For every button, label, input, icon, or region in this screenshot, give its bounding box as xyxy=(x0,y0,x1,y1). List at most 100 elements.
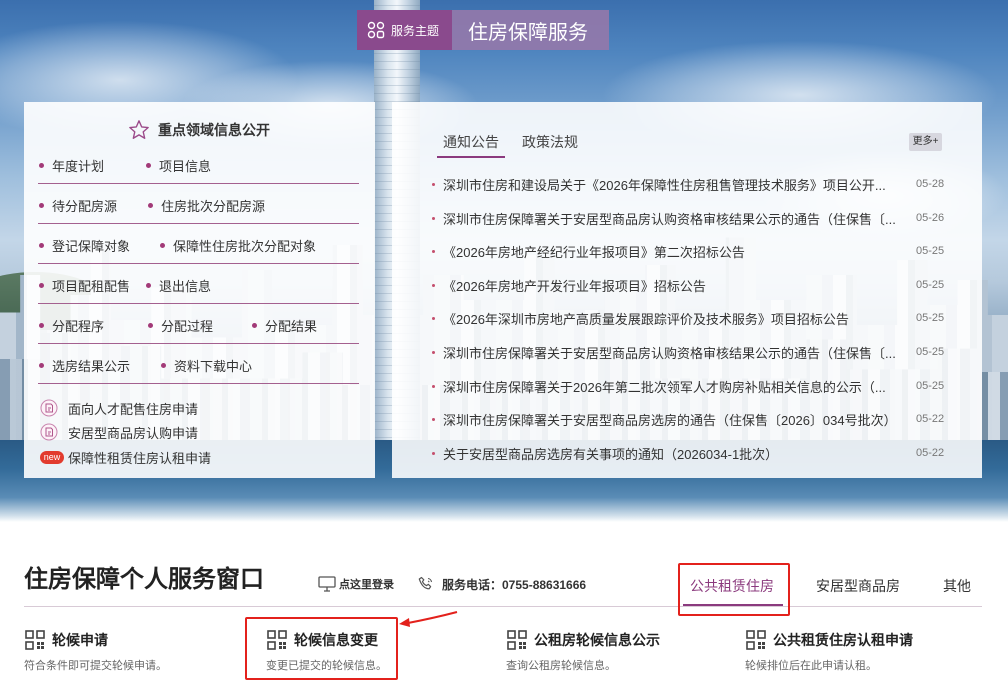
news-item[interactable]: 深圳市住房和建设局关于《2026年保障性住房租售管理技术服务》项目公开... 05… xyxy=(432,173,972,195)
key-link-allocation-result[interactable]: 分配结果 xyxy=(252,314,317,336)
login-link[interactable]: 点这里登录 xyxy=(318,575,394,593)
news-title: 深圳市住房保障署关于安居型商品房认购资格审核结果公示的通告（住保售〔... xyxy=(443,211,896,227)
new-badge: new xyxy=(40,450,64,464)
key-link-label: 年度计划 xyxy=(52,158,105,174)
active-tab-underline xyxy=(437,156,505,158)
news-item[interactable]: 深圳市住房保障署关于安居型商品房认购资格审核结果公示的通告（住保售〔... 05-… xyxy=(432,207,972,229)
bullet-dot xyxy=(432,417,435,421)
service-window-title: 住房保障个人服务窗口 xyxy=(24,566,264,593)
service-rental-application[interactable]: 公共租赁住房认租申请 轮候排位后在此申请认租。 xyxy=(745,629,913,673)
news-date: 05-22 xyxy=(916,413,945,425)
news-item[interactable]: 关于安居型商品房选房有关事项的通知（2026034-1批次） 05-22 xyxy=(432,442,972,464)
more-button[interactable]: 更多+ xyxy=(909,133,942,151)
bullet-dot xyxy=(161,362,166,368)
service-description: 符合条件即可提交轮候申请。 xyxy=(24,660,167,672)
document-circle-icon xyxy=(40,423,58,441)
key-link-label: 分配过程 xyxy=(161,318,214,334)
tab-policies[interactable]: 政策法规 xyxy=(522,131,578,153)
service-header: 轮候信息变更 xyxy=(266,629,387,651)
divider xyxy=(24,606,982,607)
key-link-allocation-process[interactable]: 分配过程 xyxy=(148,314,213,336)
service-description: 查询公租房轮候信息。 xyxy=(506,660,616,672)
bullet-dot xyxy=(39,322,44,328)
service-description: 变更已提交的轮候信息。 xyxy=(266,660,387,672)
news-date: 05-25 xyxy=(916,346,945,358)
theme-title-box: 住房保障服务 xyxy=(452,10,609,50)
apply-link-label: 安居型商品房认购申请 xyxy=(68,425,199,441)
key-info-row: 选房结果公示 资料下载中心 xyxy=(38,354,359,384)
key-link-label: 分配结果 xyxy=(265,318,318,334)
key-link-project-info[interactable]: 项目信息 xyxy=(146,154,211,176)
news-title: 《2026年房地产开发行业年报项目》招标公告 xyxy=(443,278,706,294)
news-date: 05-22 xyxy=(916,447,945,459)
news-title: 深圳市住房保障署关于2026年第二批次领军人才购房补贴相关信息的公示（... xyxy=(443,379,886,395)
news-item[interactable]: 深圳市住房保障署关于2026年第二批次领军人才购房补贴相关信息的公示（... 05… xyxy=(432,375,972,397)
key-link-download-center[interactable]: 资料下载中心 xyxy=(161,354,252,376)
apply-link-talent-housing[interactable]: 面向人才配售住房申请 xyxy=(40,397,198,419)
news-panel: 通知公告 政策法规 更多+ 深圳市住房和建设局关于《2026年保障性住房租售管理… xyxy=(392,102,982,478)
service-waitlist-change[interactable]: 轮候信息变更 变更已提交的轮候信息。 xyxy=(266,629,387,673)
service-waitlist-application[interactable]: 轮候申请 符合条件即可提交轮候申请。 xyxy=(24,629,167,673)
service-title: 轮候信息变更 xyxy=(294,632,378,648)
news-item[interactable]: 深圳市住房保障署关于安居型商品房认购资格审核结果公示的通告（住保售〔... 05-… xyxy=(432,341,972,363)
bullet-dot xyxy=(39,162,44,168)
monitor-icon xyxy=(318,576,336,592)
service-header: 轮候申请 xyxy=(24,629,167,651)
active-tab-underline xyxy=(683,604,783,606)
key-link-label: 资料下载中心 xyxy=(174,358,253,374)
key-link-project-allocation[interactable]: 项目配租配售 xyxy=(39,274,130,296)
bullet-dot xyxy=(146,162,151,168)
tab-affordable-housing[interactable]: 安居型商品房 xyxy=(816,575,900,597)
key-link-exit-info[interactable]: 退出信息 xyxy=(146,274,211,296)
service-theme-tag[interactable]: 服务主题 xyxy=(357,10,452,50)
key-link-selection-results[interactable]: 选房结果公示 xyxy=(39,354,130,376)
document-circle-icon xyxy=(40,399,58,417)
key-link-label: 登记保障对象 xyxy=(52,238,131,254)
page-title: 住房保障服务 xyxy=(468,21,588,44)
key-link-batch-housing[interactable]: 住房批次分配房源 xyxy=(148,194,265,216)
key-link-label: 项目信息 xyxy=(159,158,212,174)
apply-link-affordable-housing[interactable]: 安居型商品房认购申请 xyxy=(40,421,198,443)
key-link-annual-plan[interactable]: 年度计划 xyxy=(39,154,104,176)
bullet-dot xyxy=(432,249,435,253)
news-title: 关于安居型商品房选房有关事项的通知（2026034-1批次） xyxy=(443,446,779,462)
tab-notices[interactable]: 通知公告 xyxy=(443,131,499,153)
apply-link-rental-housing[interactable]: new 保障性租赁住房认租申请 xyxy=(40,446,211,468)
news-title: 深圳市住房和建设局关于《2026年保障性住房租售管理技术服务》项目公开... xyxy=(443,177,886,193)
service-header: 公共租赁住房认租申请 xyxy=(745,629,913,651)
news-item[interactable]: 深圳市住房保障署关于安居型商品房选房的通告（住保售〔2026〕034号批次） 05… xyxy=(432,408,972,430)
tab-public-rental-housing[interactable]: 公共租赁住房 xyxy=(690,575,774,597)
bullet-dot xyxy=(432,451,435,455)
news-date: 05-25 xyxy=(916,312,945,324)
service-title: 公租房轮候信息公示 xyxy=(534,632,660,648)
tab-other[interactable]: 其他 xyxy=(943,575,971,597)
news-date: 05-25 xyxy=(916,279,945,291)
bullet-dot xyxy=(39,362,44,368)
bullet-dot xyxy=(39,282,44,288)
key-link-pending-housing[interactable]: 待分配房源 xyxy=(39,194,117,216)
news-item[interactable]: 《2026年深圳市房地产高质量发展跟踪评价及技术服务》项目招标公告 05-25 xyxy=(432,307,972,329)
key-link-batch-recipients[interactable]: 保障性住房批次分配对象 xyxy=(160,234,316,256)
key-link-label: 分配程序 xyxy=(52,318,105,334)
key-link-registered-recipients[interactable]: 登记保障对象 xyxy=(39,234,130,256)
news-item[interactable]: 《2026年房地产开发行业年报项目》招标公告 05-25 xyxy=(432,274,972,296)
grid-circles-icon xyxy=(367,21,385,39)
news-title: 深圳市住房保障署关于安居型商品房认购资格审核结果公示的通告（住保售〔... xyxy=(443,345,896,361)
news-item[interactable]: 《2026年房地产经纪行业年报项目》第二次招标公告 05-25 xyxy=(432,240,972,262)
service-description: 轮候排位后在此申请认租。 xyxy=(745,660,877,672)
phone-label: 服务电话：0755-88631666 xyxy=(442,577,587,592)
key-link-label: 退出信息 xyxy=(159,278,212,294)
bullet-dot xyxy=(432,350,435,354)
news-date: 05-28 xyxy=(916,178,945,190)
key-link-label: 待分配房源 xyxy=(52,198,118,214)
annotation-arrow-icon xyxy=(399,611,458,627)
bullet-dot xyxy=(432,316,435,320)
key-info-row: 登记保障对象 保障性住房批次分配对象 xyxy=(38,234,359,264)
news-title: 深圳市住房保障署关于安居型商品房选房的通告（住保售〔2026〕034号批次） xyxy=(443,412,897,428)
key-link-allocation-procedure[interactable]: 分配程序 xyxy=(39,314,104,336)
bullet-dot xyxy=(146,282,151,288)
service-waitlist-publication[interactable]: 公租房轮候信息公示 查询公租房轮候信息。 xyxy=(506,629,660,673)
key-info-row: 年度计划 项目信息 xyxy=(38,154,359,184)
bullet-dot xyxy=(432,283,435,287)
key-link-label: 住房批次分配房源 xyxy=(161,198,266,214)
